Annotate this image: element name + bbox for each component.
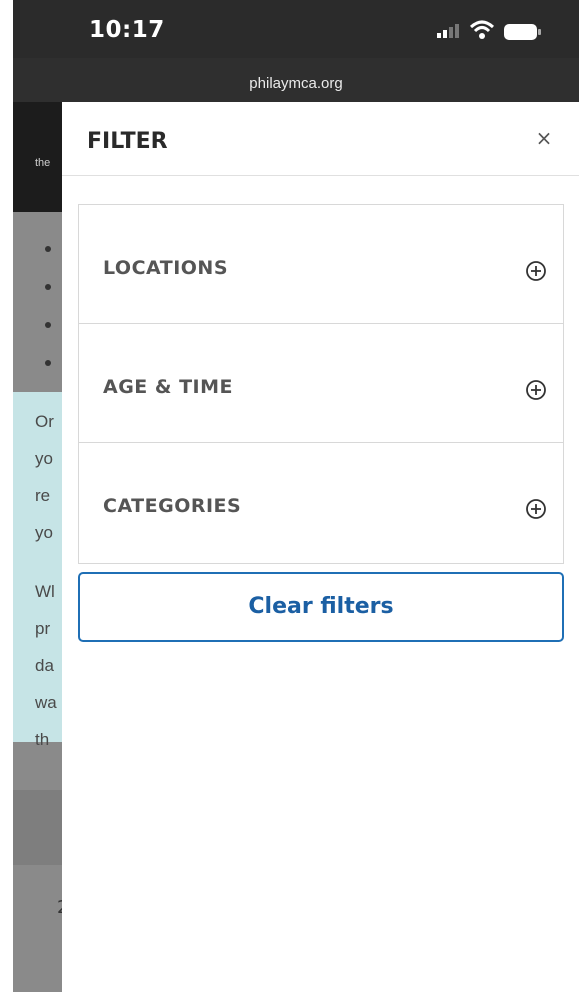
- background-text-fragment: pr: [35, 619, 51, 638]
- wifi-icon: [469, 20, 495, 44]
- background-teal-panel: [13, 392, 63, 742]
- background-text-fragment: re: [35, 486, 51, 505]
- plus-circle-icon[interactable]: [525, 498, 547, 520]
- plus-circle-icon[interactable]: [525, 379, 547, 401]
- drawer-header: FILTER ×: [62, 102, 579, 176]
- filter-section-label: CATEGORIES: [103, 495, 242, 517]
- url-domain[interactable]: philaymca.org: [13, 75, 579, 92]
- status-time: 10:17: [89, 17, 165, 43]
- plus-circle-icon[interactable]: [525, 260, 547, 282]
- filter-drawer: FILTER × LOCATIONS AGE & TIME CATEGORIES…: [62, 102, 579, 992]
- background-text-fragment: Or: [35, 412, 54, 431]
- background-text-fragment: Wl: [35, 582, 55, 601]
- list-bullet: [45, 284, 51, 290]
- filter-section-locations[interactable]: LOCATIONS: [79, 205, 563, 324]
- background-text-fragment: yo: [35, 449, 53, 468]
- signal-icon: [437, 22, 461, 42]
- close-icon[interactable]: ×: [532, 126, 556, 150]
- browser-url-bar[interactable]: philaymca.org: [13, 58, 579, 102]
- list-bullet: [45, 360, 51, 366]
- background-text-fragment: yo: [35, 523, 53, 542]
- drawer-title: FILTER: [87, 129, 168, 154]
- background-text-fragment: wa: [35, 693, 57, 712]
- filter-sections: LOCATIONS AGE & TIME CATEGORIES: [78, 204, 564, 564]
- status-bar: 10:17: [13, 0, 579, 58]
- background-text-fragment: th: [35, 730, 50, 749]
- list-bullet: [45, 322, 51, 328]
- background-header-fragment: the: [35, 157, 51, 169]
- filter-section-label: LOCATIONS: [103, 257, 229, 279]
- battery-icon: [503, 23, 543, 45]
- background-text-fragment: da: [35, 656, 54, 675]
- filter-section-label: AGE & TIME: [103, 376, 233, 398]
- filter-section-categories[interactable]: CATEGORIES: [79, 443, 563, 562]
- clear-filters-button[interactable]: Clear filters: [78, 572, 564, 642]
- list-bullet: [45, 246, 51, 252]
- filter-section-age-time[interactable]: AGE & TIME: [79, 324, 563, 443]
